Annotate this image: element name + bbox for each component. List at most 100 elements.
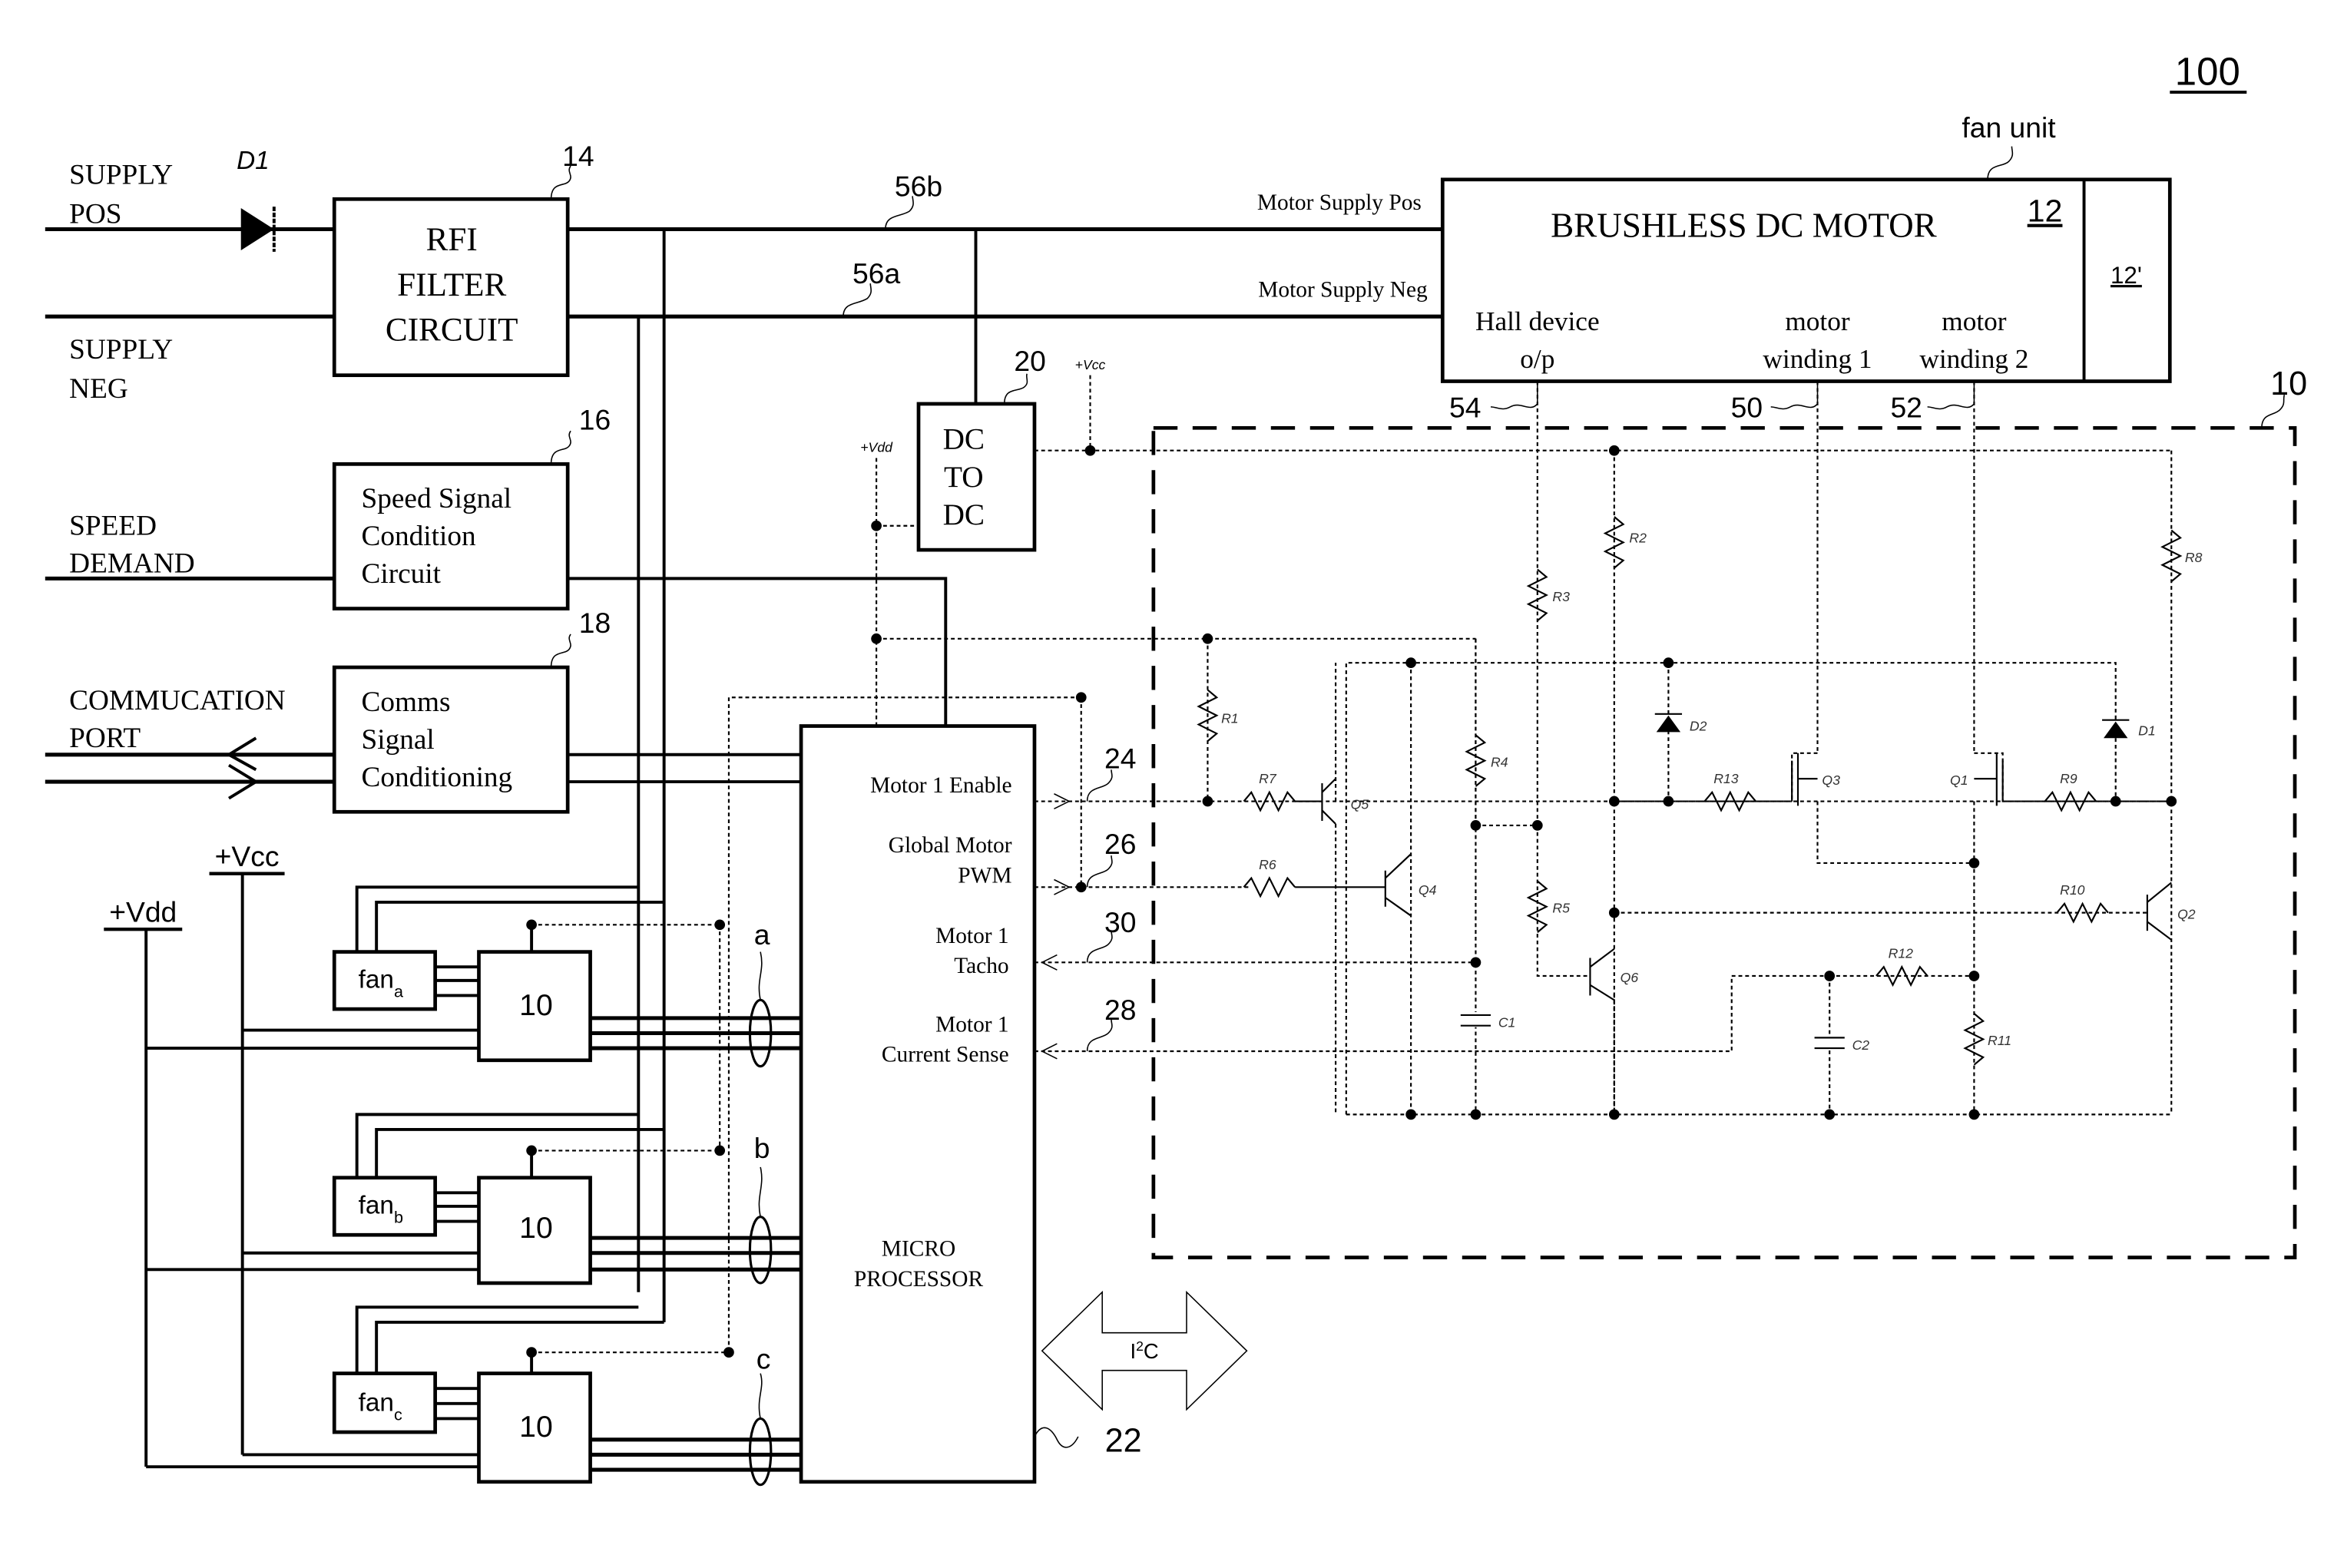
r1-label: R1	[1221, 711, 1239, 726]
q2-label: Q2	[2177, 906, 2196, 921]
d1-circuit-label: D1	[2138, 723, 2156, 738]
speed-line-3: Circuit	[362, 558, 442, 590]
comms-line-2: Signal	[362, 724, 435, 756]
brushless-motor-block: BRUSHLESS DC MOTOR 12 12' Hall device o/…	[1440, 111, 2172, 424]
diode-d1-icon	[240, 208, 274, 250]
resistor-r6-icon	[1243, 876, 1296, 898]
mosfet-q3-icon	[1791, 753, 1818, 806]
bus-b-group-icon	[748, 1216, 773, 1285]
r4-label: R4	[1491, 754, 1508, 769]
comm-port-label-1: COMMUCATION	[69, 685, 286, 716]
winding2-label-1: motor	[1942, 306, 2007, 336]
control-circuit-ref: 10	[2270, 366, 2307, 402]
speed-line-2: Condition	[362, 521, 476, 552]
rfi-line-1: RFI	[426, 222, 478, 258]
supply-neg-label-2: NEG	[69, 373, 128, 405]
pin-pwm-label-2: PWM	[958, 863, 1011, 888]
fan-c-controller: 10	[519, 1411, 553, 1444]
vdd-label: +Vdd	[109, 895, 177, 928]
pin-pwm-label-1: Global Motor	[889, 833, 1012, 858]
micro-pin-lines: 24 26 30 28	[1034, 742, 2172, 1060]
c1-label: C1	[1498, 1015, 1516, 1030]
rfi-filter-block: RFI FILTER CIRCUIT 14	[332, 140, 594, 378]
pin-pwm-ref: 26	[1104, 828, 1136, 860]
rfi-line-3: CIRCUIT	[386, 313, 518, 349]
motor-supply-neg-label: Motor Supply Neg	[1258, 278, 1428, 303]
input-labels: SUPPLY POS SUPPLY NEG SPEED DEMAND COMMU…	[69, 160, 286, 754]
bus-a-lead	[758, 951, 763, 1001]
capacitor-c2-icon	[1814, 1034, 1845, 1050]
rfi-ref: 14	[562, 140, 594, 172]
hall-output-label-1: Hall device	[1475, 306, 1600, 336]
fan-b-bus-label: b	[754, 1132, 770, 1164]
r7-label: R7	[1259, 771, 1277, 786]
fan-c-bus-label: c	[756, 1343, 771, 1375]
pin-tacho-label-1: Motor 1	[935, 924, 1009, 948]
pin-current-ref: 28	[1104, 994, 1136, 1026]
fan-unit-label: fan unit	[1962, 111, 2056, 144]
figure-reference: 100	[2170, 49, 2247, 94]
transistor-q2-icon	[2146, 882, 2172, 941]
micro-line-1: MICRO	[882, 1237, 955, 1262]
motor-supply-pos-label: Motor Supply Pos	[1257, 190, 1422, 215]
diode-d2-icon	[1654, 713, 1683, 733]
pin-current-label-1: Motor 1	[935, 1013, 1009, 1037]
vdd-small-label: +Vdd	[860, 440, 893, 455]
r9-label: R9	[2060, 771, 2077, 786]
bus-c-lead	[758, 1373, 763, 1419]
fan-b-controller: 10	[519, 1212, 553, 1245]
winding1-label-2: winding 1	[1763, 344, 1872, 374]
supply-pos-label-1: SUPPLY	[69, 160, 173, 191]
q3-label: Q3	[1822, 772, 1840, 788]
dcdc-line-2: TO	[944, 461, 984, 494]
dc-to-dc-block: DC TO DC 20	[916, 345, 1046, 552]
dcdc-line-3: DC	[943, 498, 985, 531]
diode-d1-circuit-icon	[2102, 719, 2130, 739]
bus-pos-ref: 56b	[895, 170, 942, 202]
pin-current-label-2: Current Sense	[882, 1043, 1009, 1067]
hall-output-label-2: o/p	[1520, 344, 1554, 374]
q1-label: Q1	[1950, 772, 1968, 788]
transistor-q6-icon	[1589, 948, 1615, 1001]
r3-label: R3	[1552, 589, 1570, 604]
fan-control-schematic: 100 SUPPLY POS SUPPLY NEG SPEED DEMAND C…	[45, 49, 2307, 1487]
bus-c-group-icon	[748, 1417, 773, 1487]
motor-title: BRUSHLESS DC MOTOR	[1551, 206, 1937, 244]
r8-label: R8	[2185, 550, 2203, 565]
fan-unit-a: fana 10 a	[146, 885, 802, 1068]
comm-port-label-2: PORT	[69, 723, 141, 754]
vcc-small-label: +Vcc	[1075, 357, 1106, 372]
capacitor-c1-icon	[1460, 1012, 1491, 1027]
comms-line-1: Comms	[362, 686, 451, 718]
r6-label: R6	[1259, 857, 1276, 872]
r12-label: R12	[1889, 945, 1914, 961]
fan-unit-b: fanb 10 b	[146, 1113, 802, 1285]
r2-label: R2	[1629, 530, 1647, 545]
c2-label: C2	[1852, 1037, 1870, 1053]
figure-number: 100	[2175, 49, 2240, 93]
bus-b-lead	[758, 1166, 763, 1217]
r13-label: R13	[1713, 771, 1739, 786]
control-circuit-region: 10	[1151, 366, 2307, 1259]
q4-label: Q4	[1419, 882, 1437, 898]
transistor-q4-icon	[1295, 853, 1412, 917]
supply-neg-label-1: SUPPLY	[69, 334, 173, 366]
r11-label: R11	[1988, 1033, 2011, 1048]
motor-ref: 12	[2028, 194, 2063, 229]
pin-enable-label: Motor 1 Enable	[870, 773, 1011, 798]
speed-ref: 16	[579, 403, 611, 435]
winding2-ref: 52	[1890, 392, 1922, 424]
r5-label: R5	[1552, 901, 1570, 916]
pin-tacho-ref: 30	[1104, 906, 1136, 938]
micro-line-2: PROCESSOR	[854, 1267, 984, 1292]
speed-demand-label-1: SPEED	[69, 511, 157, 542]
micro-ref: 22	[1105, 1423, 1142, 1460]
i2c-bus-arrow: I2C	[1041, 1290, 1248, 1411]
pin-enable-ref: 24	[1104, 742, 1136, 774]
i2c-label: I2C	[1130, 1338, 1158, 1363]
hall-ref: 54	[1449, 392, 1481, 424]
r10-label: R10	[2060, 882, 2085, 898]
q6-label: Q6	[1621, 970, 1639, 985]
supply-pos-label-2: POS	[69, 199, 121, 230]
winding2-label-2: winding 2	[1919, 344, 2028, 374]
